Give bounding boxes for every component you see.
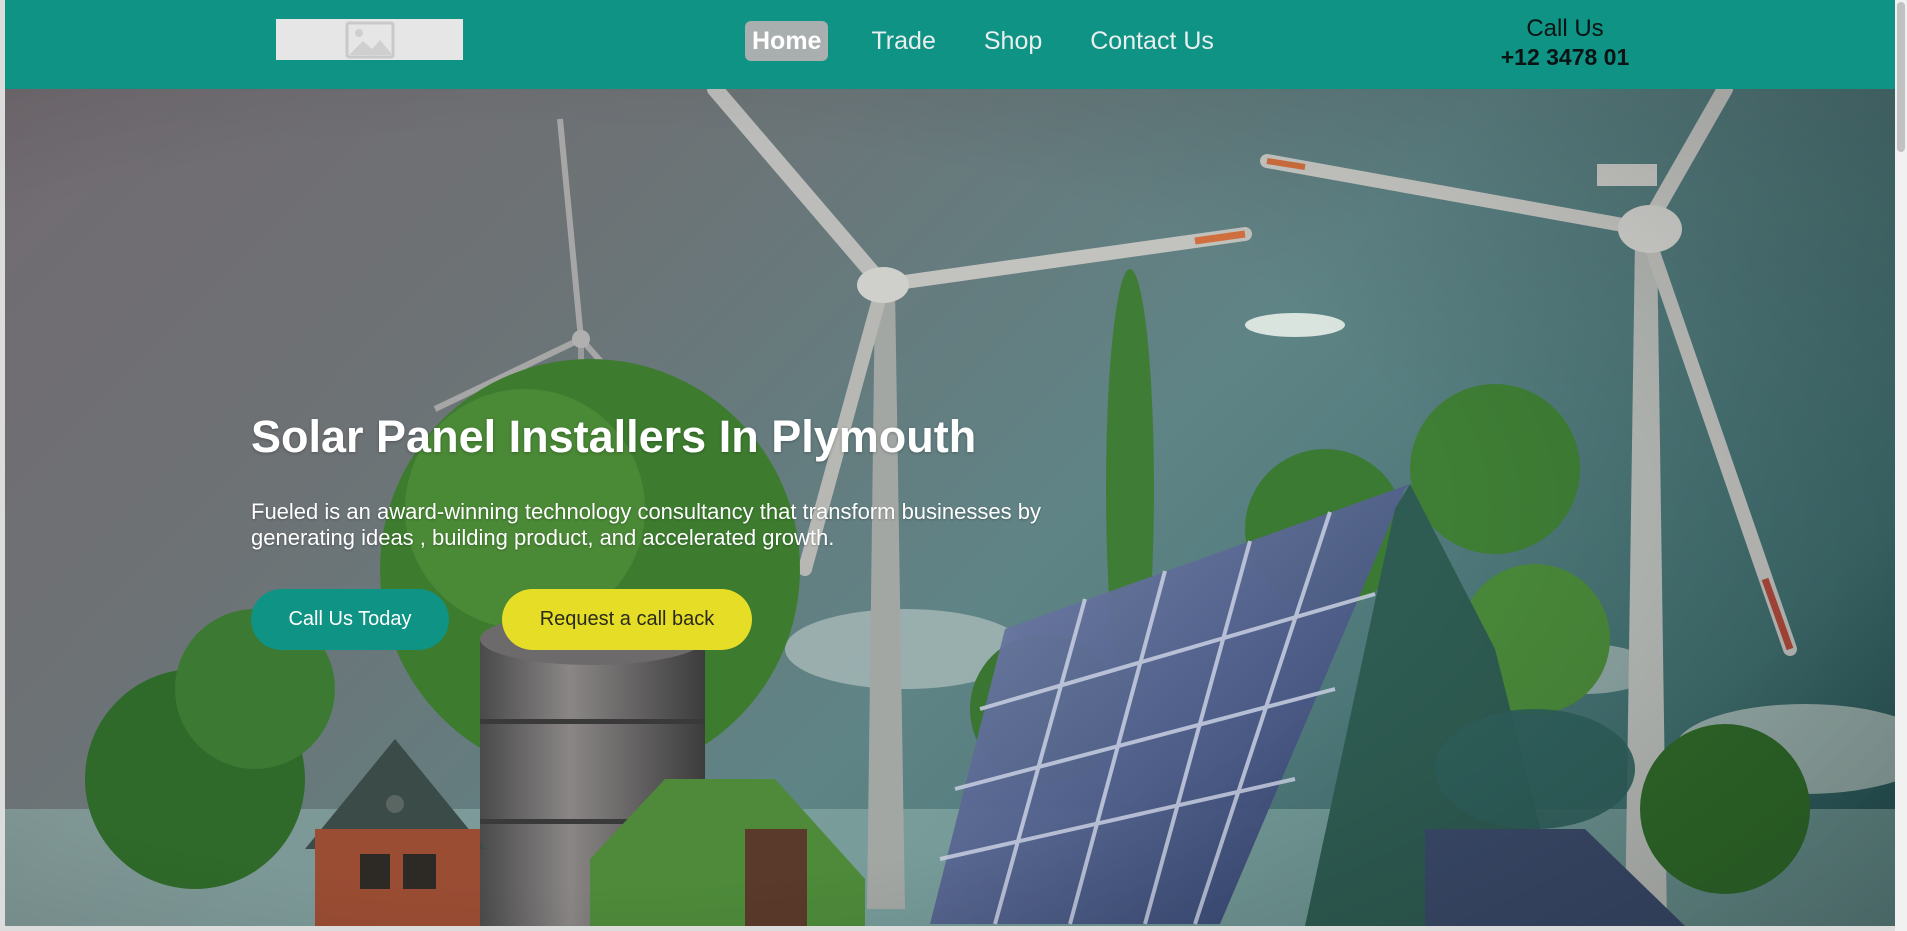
nav-home[interactable]: Home	[745, 21, 829, 61]
nav-shop[interactable]: Shop	[984, 21, 1042, 61]
site-logo[interactable]	[276, 19, 463, 60]
scrollbar-thumb[interactable]	[1897, 2, 1905, 152]
hero-buttons: Call Us Today Request a call back	[251, 589, 1151, 650]
call-us-block: Call Us +12 3478 01	[1475, 15, 1655, 71]
hero-title: Solar Panel Installers In Plymouth	[251, 411, 977, 462]
nav-trade[interactable]: Trade	[871, 21, 935, 61]
hero-description: Fueled is an award-winning technology co…	[251, 499, 1041, 550]
call-us-today-button[interactable]: Call Us Today	[251, 589, 449, 650]
hero-content: Solar Panel Installers In Plymouth Fuele…	[251, 411, 1151, 650]
call-us-label: Call Us	[1526, 15, 1604, 42]
phone-number[interactable]: +12 3478 01	[1475, 43, 1655, 71]
nav-contact-us[interactable]: Contact Us	[1090, 21, 1214, 61]
main-nav: Home Trade Shop Contact Us	[745, 21, 1214, 61]
image-placeholder-icon	[345, 21, 394, 58]
page: Home Trade Shop Contact Us Call Us +12 3…	[5, 0, 1895, 926]
site-header: Home Trade Shop Contact Us Call Us +12 3…	[5, 0, 1895, 89]
vertical-scrollbar[interactable]	[1895, 0, 1907, 931]
hero-section: Solar Panel Installers In Plymouth Fuele…	[5, 89, 1895, 926]
request-call-back-button[interactable]: Request a call back	[502, 589, 752, 650]
